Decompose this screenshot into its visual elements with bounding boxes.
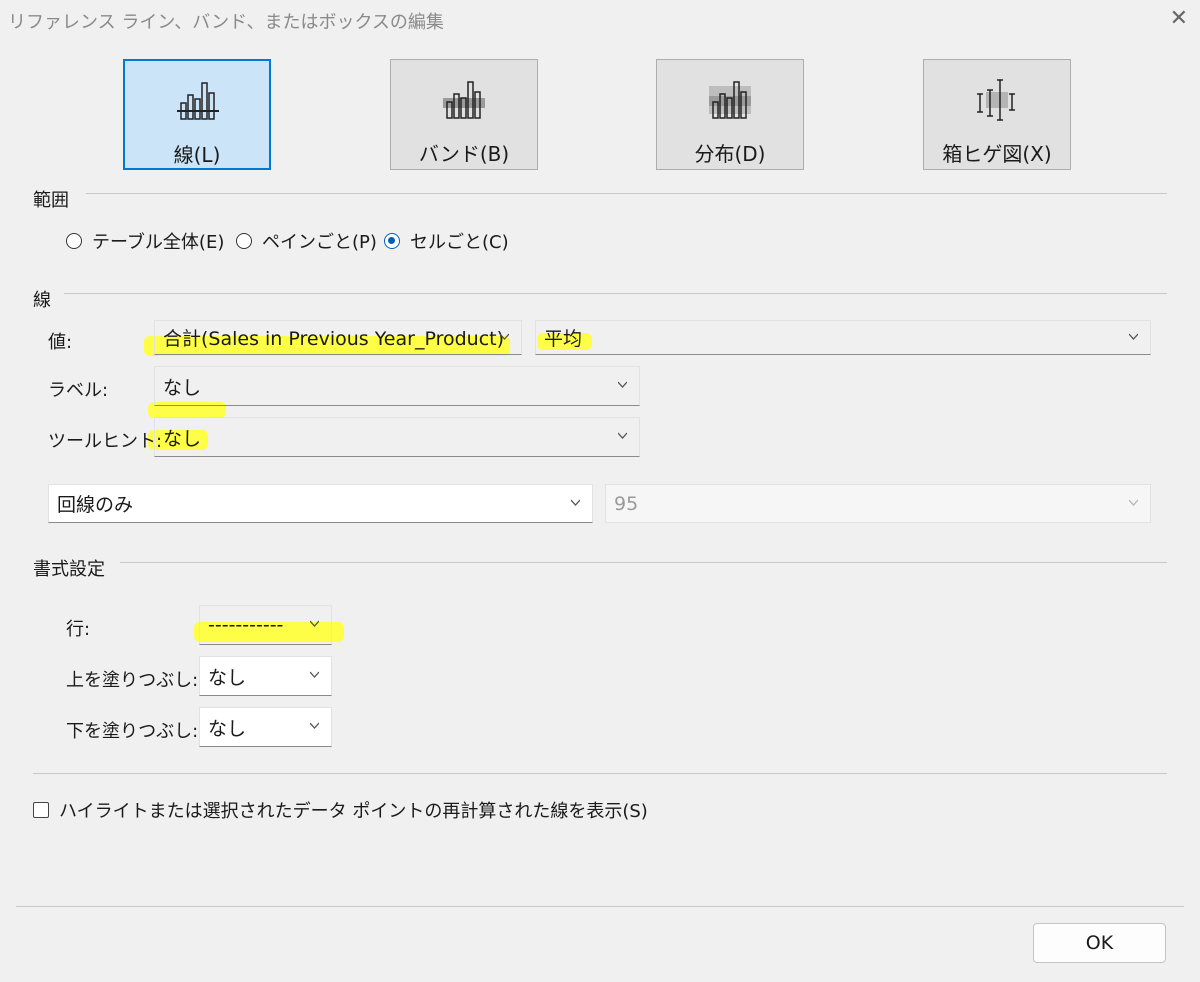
value-field-dropdown[interactable]: 合計(Sales in Previous Year_Product)	[154, 320, 522, 355]
checkbox-box[interactable]	[33, 802, 49, 818]
section-divider	[33, 773, 1167, 774]
type-boxplot-label: 箱ヒゲ図(X)	[942, 142, 1052, 166]
label-text: なし	[163, 376, 202, 399]
type-band-label: バンド(B)	[418, 142, 510, 166]
aggregation-dropdown[interactable]: 平均	[535, 320, 1151, 355]
tooltip-label: ツールヒント:	[48, 431, 163, 452]
scope-heading: 範囲	[33, 190, 69, 211]
chevron-down-icon	[1129, 498, 1138, 507]
aggregation-text: 平均	[544, 328, 583, 350]
scope-divider	[86, 193, 1167, 194]
radio-circle-selected[interactable]	[384, 233, 400, 249]
fill-below-dropdown[interactable]: なし	[199, 707, 332, 747]
row-style-dropdown[interactable]: -----------	[199, 605, 332, 645]
value-label: 値:	[48, 332, 73, 353]
distribution-chart-icon	[657, 78, 803, 124]
chevron-down-icon	[618, 431, 627, 440]
chevron-down-icon	[310, 619, 319, 628]
confidence-dropdown: 95	[605, 484, 1151, 523]
scope-cell-label: セルごと(C)	[410, 232, 509, 253]
row-style-label: 行:	[66, 619, 91, 640]
recalc-checkbox[interactable]: ハイライトまたは選択されたデータ ポイントの再計算された線を表示(S)	[33, 797, 648, 823]
fill-below-label: 下を塗りつぶし:	[66, 721, 199, 742]
fill-below-text: なし	[208, 717, 247, 740]
radio-circle[interactable]	[66, 233, 82, 249]
tooltip-dropdown[interactable]: なし	[154, 417, 640, 457]
line-heading: 線	[33, 290, 51, 311]
type-line-button[interactable]: 線(L)	[123, 59, 271, 170]
line-mode-text: 回線のみ	[57, 494, 134, 516]
band-chart-icon	[391, 78, 537, 124]
scope-table-radio[interactable]: テーブル全体(E)	[66, 228, 224, 254]
line-chart-icon	[125, 79, 269, 125]
type-boxplot-button[interactable]: 箱ヒゲ図(X)	[923, 59, 1071, 170]
tooltip-text: なし	[163, 427, 202, 450]
chevron-down-icon	[500, 332, 509, 341]
boxplot-chart-icon	[924, 78, 1070, 124]
type-distribution-button[interactable]: 分布(D)	[656, 59, 804, 170]
type-line-label: 線(L)	[173, 143, 221, 167]
scope-pane-radio[interactable]: ペインごと(P)	[236, 228, 377, 254]
ok-button[interactable]: OK	[1033, 923, 1166, 963]
chevron-down-icon	[571, 498, 580, 507]
type-distribution-label: 分布(D)	[694, 142, 766, 166]
format-divider	[120, 562, 1167, 563]
footer-divider	[16, 906, 1184, 907]
fill-above-label: 上を塗りつぶし:	[66, 670, 199, 691]
label-dropdown[interactable]: なし	[154, 366, 640, 406]
window-title: リファレンス ライン、バンド、またはボックスの編集	[8, 12, 444, 33]
chevron-down-icon	[310, 721, 319, 730]
row-style-text: -----------	[208, 614, 284, 636]
value-field-text: 合計(Sales in Previous Year_Product)	[163, 328, 504, 350]
scope-table-label: テーブル全体(E)	[92, 232, 225, 253]
confidence-text: 95	[614, 492, 639, 515]
chevron-down-icon	[1129, 332, 1138, 341]
fill-above-text: なし	[208, 666, 247, 689]
line-mode-dropdown[interactable]: 回線のみ	[48, 484, 593, 523]
recalc-checkbox-label: ハイライトまたは選択されたデータ ポイントの再計算された線を表示(S)	[59, 801, 648, 822]
chevron-down-icon	[618, 380, 627, 389]
fill-above-dropdown[interactable]: なし	[199, 656, 332, 696]
scope-pane-label: ペインごと(P)	[262, 232, 377, 253]
chevron-down-icon	[310, 670, 319, 679]
close-icon[interactable]: ✕	[1170, 6, 1188, 31]
format-heading: 書式設定	[33, 559, 105, 580]
scope-cell-radio[interactable]: セルごと(C)	[384, 228, 509, 254]
type-band-button[interactable]: バンド(B)	[390, 59, 538, 170]
line-divider	[64, 293, 1167, 294]
radio-circle[interactable]	[236, 233, 252, 249]
label-label: ラベル:	[48, 380, 109, 401]
